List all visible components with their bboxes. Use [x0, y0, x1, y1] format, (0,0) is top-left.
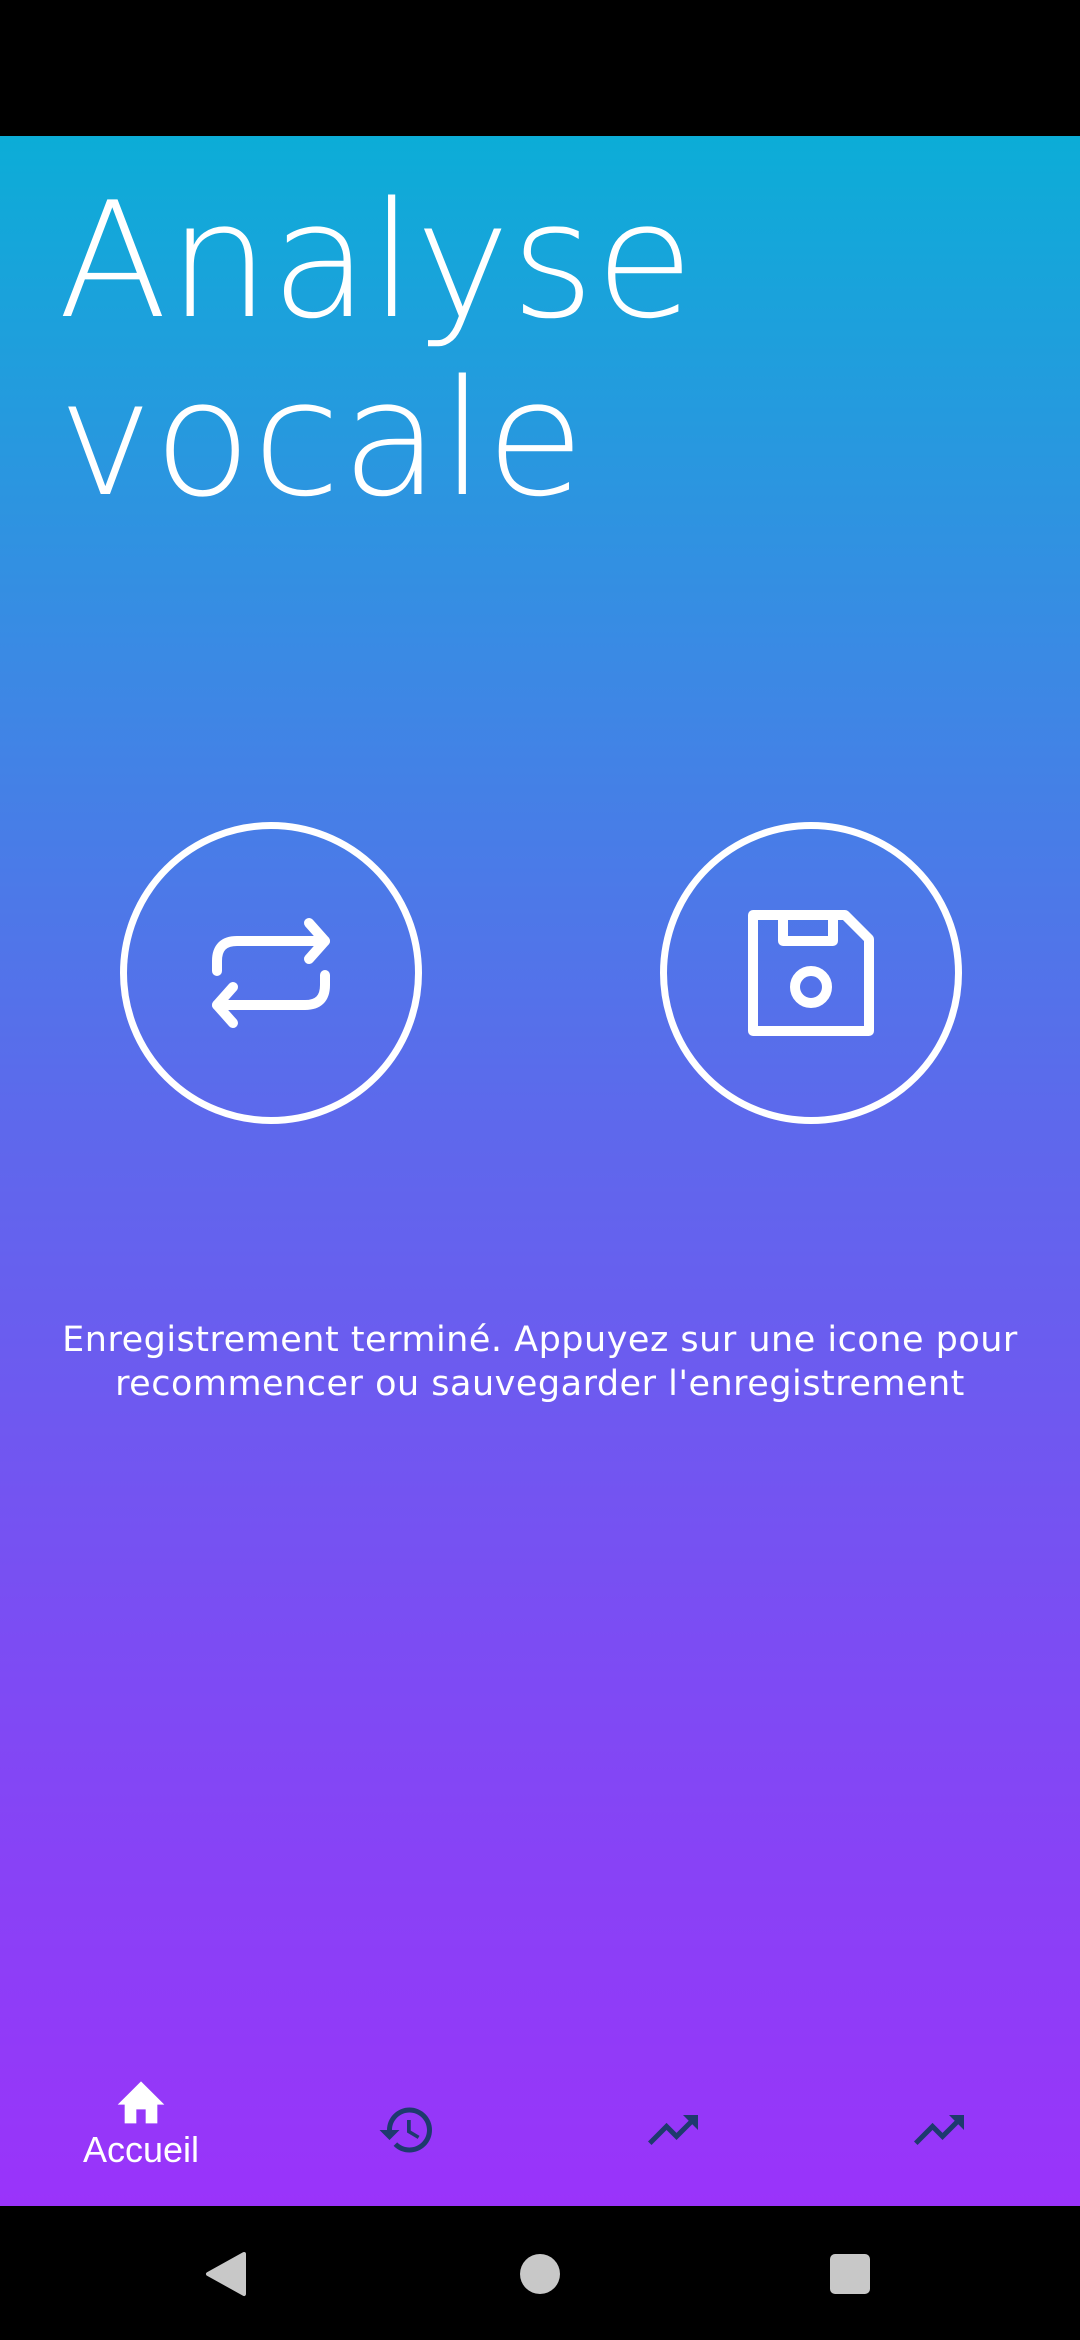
restart-button[interactable]	[120, 822, 422, 1124]
save-button[interactable]	[660, 822, 962, 1124]
history-icon	[379, 2107, 432, 2153]
home-icon	[117, 2081, 165, 2124]
repeat-icon	[212, 918, 330, 1028]
app-content: Analyse vocale Enregistrement terminé. A…	[0, 136, 1080, 2206]
nav-item-trends-1[interactable]	[538, 2056, 808, 2206]
page-title: Analyse vocale	[58, 167, 695, 532]
home-circle-icon	[520, 2254, 560, 2294]
phone-screen: Analyse vocale Enregistrement terminé. A…	[0, 0, 1080, 2340]
system-home-button[interactable]	[500, 2234, 580, 2314]
nav-label-home: Accueil	[82, 2129, 200, 2170]
system-back-button[interactable]	[186, 2234, 266, 2314]
trending-up-icon	[648, 2115, 698, 2145]
back-icon	[206, 2252, 246, 2296]
recents-square-icon	[830, 2254, 870, 2294]
floppy-disk-icon	[748, 910, 874, 1036]
status-bar	[0, 0, 1080, 136]
system-navigation-bar	[0, 2206, 1080, 2340]
bottom-navigation: Accueil	[0, 2056, 1080, 2206]
nav-item-history[interactable]	[272, 2056, 542, 2206]
nav-item-trends-2[interactable]	[804, 2056, 1074, 2206]
system-recents-button[interactable]	[810, 2234, 890, 2314]
status-message: Enregistrement terminé. Appuyez sur une …	[62, 1320, 1018, 1404]
nav-item-home[interactable]: Accueil	[6, 2056, 276, 2206]
trending-up-icon	[914, 2115, 964, 2145]
